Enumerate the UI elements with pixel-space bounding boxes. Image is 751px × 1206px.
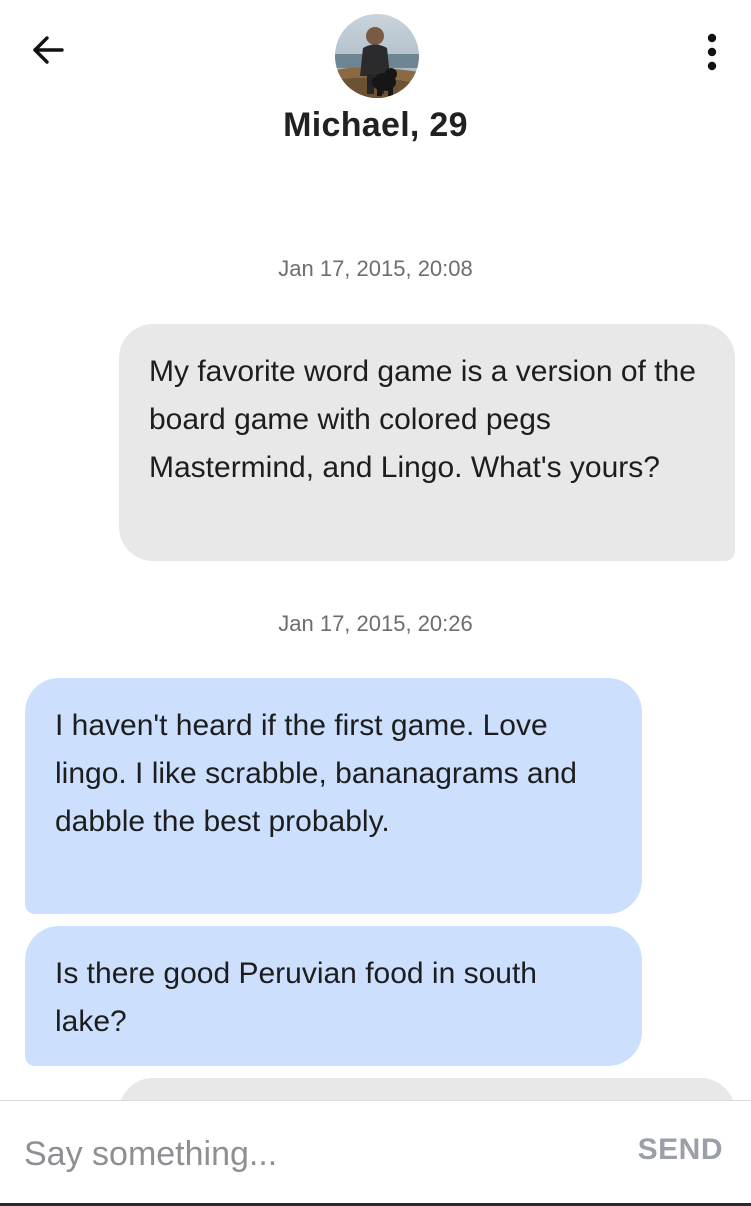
- chat-header: Michael, 29: [0, 0, 751, 180]
- message-input[interactable]: [24, 1125, 584, 1183]
- sent-message-bubble[interactable]: My favorite word game is a version of th…: [119, 324, 735, 561]
- received-message-bubble[interactable]: I haven't heard if the first game. Love …: [25, 678, 642, 914]
- chat-screen: Michael, 29 Jan 17, 2015, 20:08 My favor…: [0, 0, 751, 1206]
- avatar-photo: [335, 14, 419, 98]
- message-list[interactable]: Jan 17, 2015, 20:08 My favorite word gam…: [0, 180, 751, 1100]
- message-composer: SEND: [0, 1100, 751, 1206]
- more-vertical-icon: [707, 33, 717, 71]
- back-button[interactable]: [26, 28, 70, 72]
- sent-message-bubble-partial[interactable]: [119, 1078, 735, 1100]
- message-timestamp: Jan 17, 2015, 20:26: [278, 611, 473, 636]
- message-timestamp: Jan 17, 2015, 20:08: [278, 256, 473, 281]
- contact-avatar[interactable]: [335, 14, 419, 98]
- contact-name[interactable]: Michael, 29: [0, 106, 751, 145]
- received-message-bubble[interactable]: Is there good Peruvian food in south lak…: [25, 926, 642, 1066]
- more-options-button[interactable]: [695, 30, 729, 74]
- arrow-left-icon: [33, 36, 64, 64]
- send-button[interactable]: SEND: [638, 1133, 723, 1167]
